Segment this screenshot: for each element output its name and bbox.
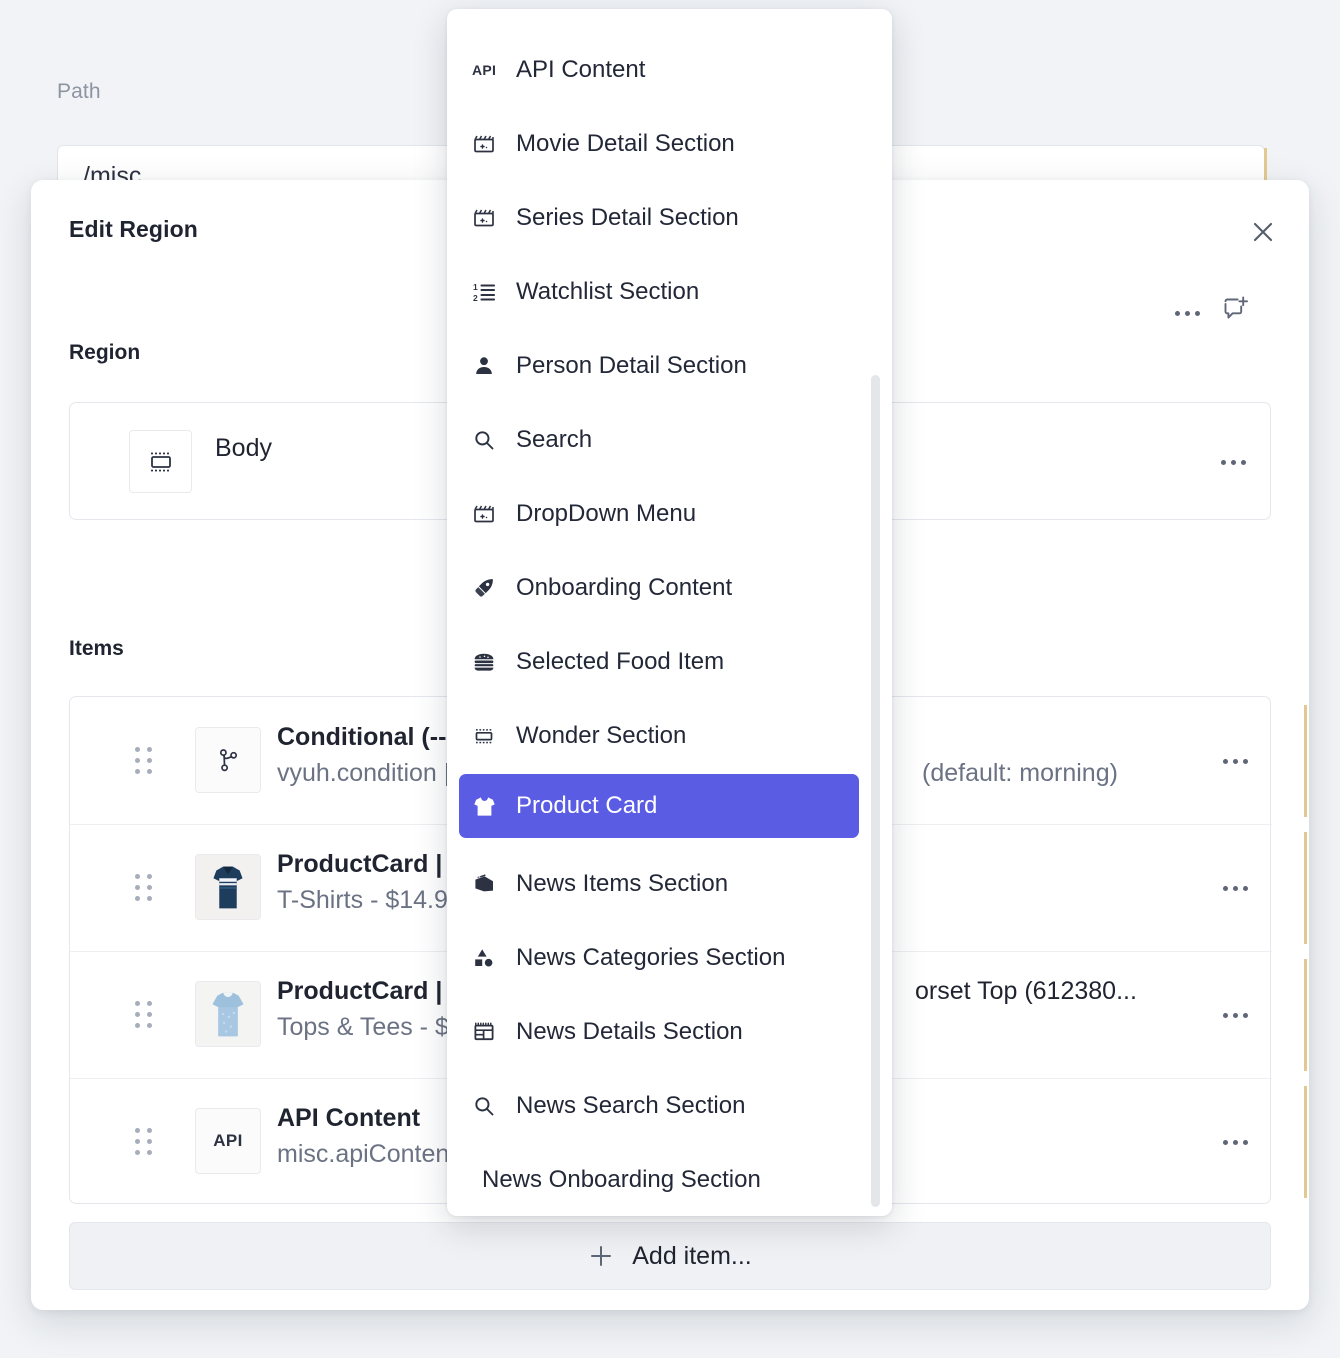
dropdown-item-label: Product Card [516, 792, 657, 820]
dropdown-item-label: News Categories Section [516, 944, 785, 972]
items-section-label: Items [69, 637, 124, 661]
dropdown-item-selected-food-item[interactable]: Selected Food Item [459, 634, 859, 690]
dropdown-scrollbar[interactable] [871, 375, 880, 1207]
items-menu-ellipsis-icon[interactable] [1165, 293, 1209, 333]
dropdown-item-label: News Onboarding Section [482, 1166, 761, 1194]
dropdown-item-news-items-section[interactable]: News Items Section [459, 856, 859, 912]
clapperboard-icon [472, 502, 506, 526]
dropdown-item-news-search-section[interactable]: News Search Section [459, 1078, 859, 1134]
list-item-menu-ellipsis-icon[interactable] [1213, 995, 1257, 1035]
api-icon: API [195, 1108, 261, 1174]
region-name: Body [215, 434, 272, 463]
dropdown-item-wonder-section[interactable]: Wonder Section [459, 708, 859, 764]
drag-handle-icon[interactable] [135, 747, 153, 773]
dropdown-item-label: Wonder Section [516, 722, 686, 750]
list-item-trailing: (default: morning) [922, 759, 1118, 788]
dropdown-item-watchlist-section[interactable]: 1 2 Watchlist Section [459, 264, 859, 320]
dropdown-item-label: News Items Section [516, 870, 728, 898]
search-icon [472, 428, 506, 452]
dropdown-item-label: DropDown Menu [516, 500, 696, 528]
news-layout-icon [472, 1020, 506, 1044]
add-comment-icon[interactable] [1215, 288, 1257, 330]
region-body-icon [129, 430, 192, 493]
dropdown-item-label: Series Detail Section [516, 204, 739, 232]
list-item-subtitle: Tops & Tees - $1 [277, 1013, 463, 1042]
region-menu-ellipsis-icon[interactable] [1211, 442, 1255, 482]
add-item-label: Add item... [632, 1242, 752, 1271]
dropdown-item-api-content[interactable]: API API Content [459, 42, 859, 98]
list-item-subtitle: vyuh.condition | [277, 759, 450, 788]
list-item-title: API Content [277, 1104, 420, 1133]
dropdown-item-label: News Details Section [516, 1018, 743, 1046]
dialog-title: Edit Region [69, 216, 198, 243]
burger-icon [472, 650, 506, 674]
list-item-trailing: orset Top (612380... [915, 977, 1137, 1006]
rocket-icon [472, 576, 506, 600]
dropdown-item-label: Onboarding Content [516, 574, 732, 602]
plus-icon [588, 1243, 614, 1269]
list-item-menu-ellipsis-icon[interactable] [1213, 741, 1257, 781]
dropdown-item-label: API Content [516, 56, 645, 84]
dropdown-list: API API Content Movie Detail Section [447, 9, 892, 1216]
dropdown-item-label: Search [516, 426, 592, 454]
add-item-button[interactable]: Add item... [69, 1222, 1271, 1290]
dropdown-item-search[interactable]: Search [459, 412, 859, 468]
drag-handle-icon[interactable] [135, 1128, 153, 1154]
list-item-menu-ellipsis-icon[interactable] [1213, 1122, 1257, 1162]
content-type-dropdown[interactable]: API API Content Movie Detail Section [447, 9, 892, 1216]
dropdown-item-news-categories-section[interactable]: News Categories Section [459, 930, 859, 986]
branch-icon [195, 727, 261, 793]
list-item-accent-bar [1304, 705, 1307, 817]
dropdown-item-label: News Search Section [516, 1092, 745, 1120]
search-icon [472, 1094, 506, 1118]
list-item-accent-bar [1304, 1086, 1307, 1198]
svg-text:2: 2 [473, 293, 478, 303]
region-section-label: Region [69, 341, 140, 365]
path-label: Path [57, 80, 101, 104]
dropdown-item-series-detail-section[interactable]: Series Detail Section [459, 190, 859, 246]
svg-text:1: 1 [473, 282, 478, 292]
dropdown-item-label: Watchlist Section [516, 278, 699, 306]
navy-polo-shirt-thumbnail [195, 854, 261, 920]
clapperboard-icon [472, 132, 506, 156]
dropdown-item-news-details-section[interactable]: News Details Section [459, 1004, 859, 1060]
dropdown-item-product-card[interactable]: Product Card [459, 774, 859, 838]
clapperboard-icon [472, 206, 506, 230]
shapes-icon [472, 946, 506, 970]
list-item-accent-bar [1304, 959, 1307, 1071]
drag-handle-icon[interactable] [135, 874, 153, 900]
dropdown-item-label: Person Detail Section [516, 352, 747, 380]
dropdown-item-onboarding-content[interactable]: Onboarding Content [459, 560, 859, 616]
block-content-icon [472, 724, 506, 748]
drag-handle-icon[interactable] [135, 1001, 153, 1027]
list-item-subtitle: T-Shirts - $14.99 [277, 886, 462, 915]
list-item-menu-ellipsis-icon[interactable] [1213, 868, 1257, 908]
newspaper-stack-icon [472, 872, 506, 896]
close-icon[interactable] [1243, 212, 1283, 252]
api-icon: API [472, 62, 506, 78]
blue-top-thumbnail [195, 981, 261, 1047]
tshirt-icon [472, 794, 506, 819]
list-item-title: Conditional (---) [277, 723, 463, 752]
dropdown-item-dropdown-menu[interactable]: DropDown Menu [459, 486, 859, 542]
numbered-list-icon: 1 2 [472, 280, 506, 304]
dropdown-item-label: Movie Detail Section [516, 130, 735, 158]
dropdown-item-label: Selected Food Item [516, 648, 724, 676]
dropdown-item-news-onboarding-section[interactable]: News Onboarding Section [459, 1152, 859, 1208]
dropdown-item-movie-detail-section[interactable]: Movie Detail Section [459, 116, 859, 172]
dropdown-item-person-detail-section[interactable]: Person Detail Section [459, 338, 859, 394]
list-item-accent-bar [1304, 832, 1307, 944]
person-icon [472, 354, 506, 378]
list-item-subtitle: misc.apiContent. [277, 1140, 463, 1169]
